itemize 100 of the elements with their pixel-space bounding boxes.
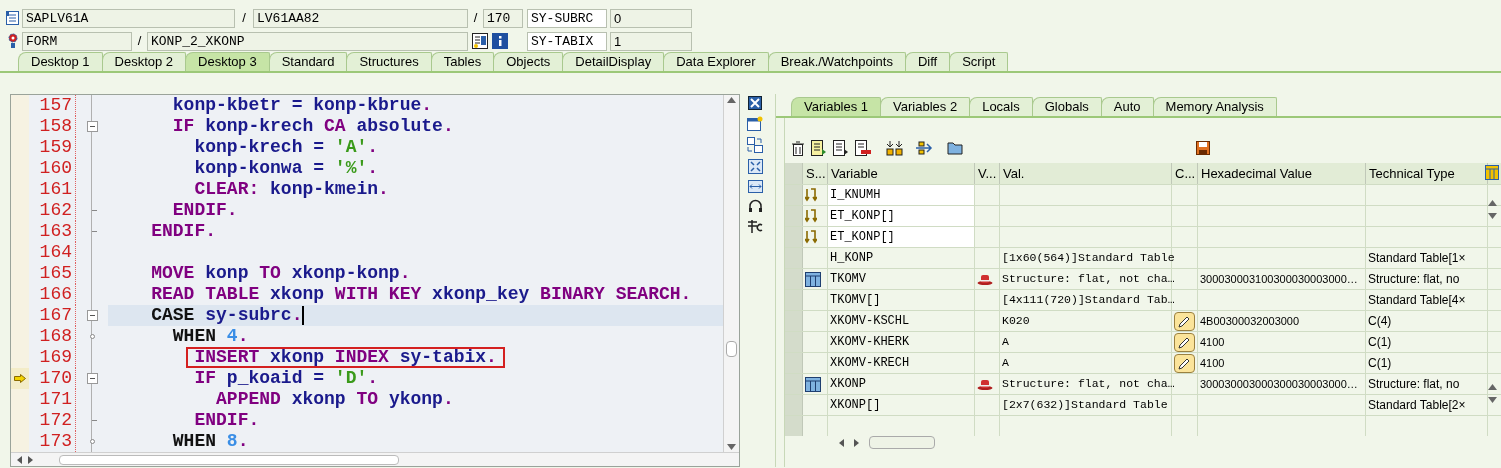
tab[interactable]: Tables [430, 52, 495, 71]
tab[interactable]: Variables 1 [791, 97, 882, 116]
edit-button[interactable] [1174, 332, 1195, 352]
code-line: CLEAR: konp-kmein. [193, 179, 390, 200]
expand-icon[interactable] [747, 159, 763, 174]
tab[interactable]: Diff [904, 52, 951, 71]
line-number: 164 [39, 241, 72, 264]
scroll-up-icon[interactable] [1487, 200, 1497, 206]
scroll-right-icon[interactable] [854, 438, 859, 447]
document-icon [6, 11, 19, 25]
save-icon[interactable] [1196, 141, 1210, 155]
scroll-thumb[interactable] [59, 454, 399, 465]
code-line: ENDIF. [193, 410, 261, 431]
tab[interactable]: Auto [1100, 97, 1154, 116]
tool-icon[interactable] [747, 219, 763, 234]
trash-icon[interactable] [791, 140, 805, 156]
tab[interactable]: Break./Watchpoints [767, 52, 906, 71]
variable-name: ET_KONP[] [830, 229, 895, 246]
scroll-up-icon[interactable] [1487, 384, 1497, 390]
scroll-right-icon[interactable] [28, 455, 33, 464]
variable-name: H_KONP [830, 250, 874, 267]
column-header[interactable]: Hexadecimal Value [1198, 163, 1366, 184]
line-number: 168 [39, 325, 72, 348]
headset-icon[interactable] [747, 199, 763, 213]
horizontal-scrollbar[interactable] [11, 452, 739, 466]
pencil-icon [1178, 356, 1191, 370]
scroll-down-icon[interactable] [1487, 213, 1497, 219]
code-line: ENDIF. [171, 200, 239, 221]
edit-button[interactable] [1174, 353, 1195, 373]
system-field-name: SY-TABIX [527, 31, 607, 51]
scroll-thumb[interactable] [726, 341, 737, 357]
tab[interactable]: Desktop 2 [101, 52, 187, 71]
technical-type: Standard Table[4× [1368, 292, 1466, 309]
branch-dot-icon [89, 334, 95, 339]
table-row[interactable]: I_KNUMH [785, 184, 1501, 205]
tab[interactable]: Locals [969, 97, 1033, 116]
table-row[interactable]: XKONP Structure: flat, not cha… 300030003000300030003000… Structure: flat, no [785, 373, 1501, 394]
technical-type: Structure: flat, no [1368, 376, 1460, 393]
scroll-left-icon[interactable] [839, 438, 844, 447]
variable-value: A [1002, 355, 1009, 372]
variable-value: A [1002, 334, 1009, 351]
tab[interactable]: Desktop 1 [18, 52, 103, 71]
variable-value: [2x7(632)]Standard Table [1002, 397, 1168, 414]
tab[interactable]: DetailDisplay [562, 52, 665, 71]
tab[interactable]: Objects [493, 52, 564, 71]
settings-icon[interactable] [1485, 165, 1499, 180]
variable-name: I_KNUMH [830, 187, 881, 204]
close-icon[interactable] [748, 96, 762, 110]
collapse-icon[interactable] [86, 121, 98, 132]
collapse-icon[interactable] [86, 373, 98, 384]
list-arrow-icon[interactable] [833, 140, 849, 156]
table-row[interactable]: ET_KONP[] [785, 205, 1501, 226]
technical-type: C(1) [1368, 355, 1392, 372]
edit-button[interactable] [1174, 311, 1195, 331]
arrows-icon[interactable] [915, 141, 933, 155]
tab[interactable]: Globals [1031, 97, 1102, 116]
new-window-icon[interactable] [747, 116, 763, 131]
block-end-icon [92, 230, 97, 233]
sort-icon[interactable] [886, 140, 903, 156]
table-row[interactable]: TKOMV Structure: flat, not cha… 300030003100300030003000… Structure: flat, no [785, 268, 1501, 289]
list-arrow-icon[interactable] [811, 140, 827, 156]
variable-name: TKOMV[] [830, 292, 881, 309]
technical-type: Standard Table[1× [1368, 250, 1466, 267]
info-icon[interactable] [492, 33, 508, 49]
table-row[interactable]: H_KONP [1x60(564)]Standard Table Standard Table[1× [785, 247, 1501, 268]
list-remove-icon[interactable] [855, 140, 872, 156]
scroll-left-icon[interactable] [17, 455, 22, 464]
variable-value: Structure: flat, not cha… [1002, 271, 1175, 288]
tab[interactable]: Script [949, 52, 1009, 71]
tab[interactable]: Variables 2 [880, 97, 971, 116]
list-icon[interactable] [472, 33, 488, 49]
code-line: WHEN 8. [171, 431, 250, 452]
tab[interactable]: Desktop 3 [185, 52, 270, 71]
column-header[interactable]: C... [1172, 163, 1198, 184]
vertical-scrollbar[interactable] [723, 95, 739, 452]
tab[interactable]: Standard [268, 52, 348, 71]
scroll-down-icon[interactable] [1487, 397, 1497, 403]
variable-value: [1x60(564)]Standard Table [1002, 250, 1175, 267]
table-row[interactable]: ET_KONP[] [785, 226, 1501, 247]
tab[interactable]: Data Explorer [663, 52, 769, 71]
column-header[interactable]: V... [975, 163, 1000, 184]
scroll-up-icon[interactable] [727, 97, 736, 103]
column-header[interactable]: Val. [1000, 163, 1172, 184]
table-row[interactable]: TKOMV[] [4x111(720)]Standard Tab… Standard Table[4× [785, 289, 1501, 310]
scroll-down-icon[interactable] [727, 444, 736, 450]
column-header[interactable]: S... [803, 163, 828, 184]
corner-cell[interactable] [785, 163, 803, 184]
resize-icon[interactable] [747, 180, 763, 193]
system-field-value: 1 [610, 31, 692, 51]
folder-icon[interactable] [947, 141, 963, 155]
code-line: konp-konwa = '%'. [193, 158, 380, 179]
collapse-icon[interactable] [86, 310, 98, 321]
swap-icon[interactable] [747, 137, 763, 153]
technical-type: Structure: flat, no [1368, 271, 1460, 288]
code-line: MOVE konp TO xkonp-konp. [150, 263, 412, 284]
column-header[interactable]: Variable [828, 163, 975, 184]
tab[interactable]: Structures [346, 52, 432, 71]
table-row[interactable]: XKONP[] [2x7(632)]Standard Table Standard Table[2× [785, 394, 1501, 415]
tab[interactable]: Memory Analysis [1152, 97, 1277, 116]
scroll-thumb[interactable] [869, 436, 935, 449]
